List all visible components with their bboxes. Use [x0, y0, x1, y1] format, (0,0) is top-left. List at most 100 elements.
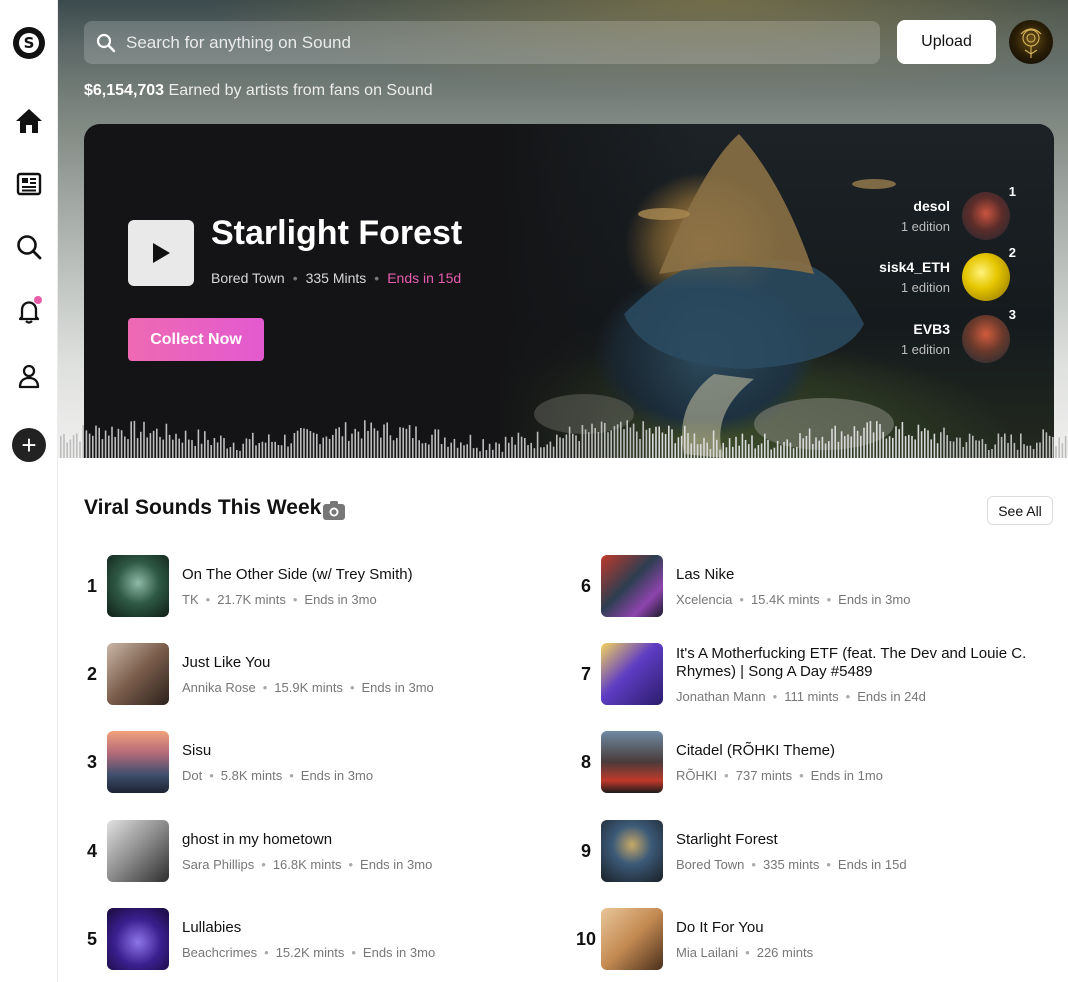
waveform-bar — [754, 448, 756, 458]
search-bar-icon — [96, 33, 116, 52]
waveform-bar — [191, 440, 193, 458]
track-artist[interactable]: Dot — [182, 768, 202, 783]
waveform-bar — [232, 442, 235, 458]
track-rank: 2 — [86, 663, 97, 684]
track-title[interactable]: Lullabies — [182, 919, 542, 937]
waveform-bar — [1016, 449, 1019, 458]
waveform-bar — [453, 438, 456, 458]
waveform-bar — [703, 437, 705, 458]
waveform-bar — [1048, 435, 1051, 458]
sound-logo-icon[interactable]: S — [11, 25, 47, 61]
home-icon[interactable] — [11, 103, 47, 139]
top-collector-1[interactable]: desol 1 edition 1 — [901, 184, 1016, 240]
track-artwork[interactable] — [107, 820, 169, 882]
featured-artist[interactable]: Bored Town — [211, 270, 285, 286]
track-artwork[interactable] — [107, 643, 169, 705]
track-artist[interactable]: Xcelencia — [676, 592, 732, 607]
track-title[interactable]: Sisu — [182, 742, 542, 760]
waveform-bar — [959, 437, 961, 458]
track-artist[interactable]: Mia Lailani — [676, 945, 738, 960]
profile-icon[interactable] — [11, 358, 47, 394]
waveform-bar — [165, 423, 168, 458]
track-title[interactable]: Las Nike — [676, 566, 1036, 584]
top-collector-3[interactable]: EVB3 1 edition 3 — [901, 307, 1016, 363]
viral-track-row[interactable]: 10 Do It For You Mia Lailani • 226 mints — [571, 908, 1036, 970]
camera-icon[interactable] — [322, 499, 346, 521]
waveform-bar — [805, 435, 808, 458]
top-collector-2[interactable]: sisk4_ETH 1 edition 2 — [879, 245, 1016, 301]
track-title[interactable]: Citadel (RÕHKI Theme) — [676, 742, 1036, 760]
waveform-bar — [188, 439, 190, 458]
track-title[interactable]: Just Like You — [182, 654, 542, 672]
track-artist[interactable]: RÕHKI — [676, 768, 717, 783]
notifications-icon[interactable] — [11, 293, 47, 329]
viral-track-row[interactable]: 2 Just Like You Annika Rose • 15.9K mints • En… — [77, 643, 542, 705]
viral-track-row[interactable]: 8 Citadel (RÕHKI Theme) RÕHKI • 737 mints • En… — [571, 731, 1036, 793]
viral-track-row[interactable]: 4 ghost in my hometown Sara Phillips • 16.8K… — [77, 820, 542, 882]
track-title[interactable]: Starlight Forest — [676, 831, 1036, 849]
waveform-bar — [917, 424, 920, 458]
see-all-button[interactable]: See All — [987, 496, 1053, 525]
waveform-bar — [770, 449, 772, 458]
featured-title[interactable]: Starlight Forest — [211, 214, 462, 253]
waveform-bar — [469, 434, 472, 458]
create-icon[interactable]: + — [11, 427, 47, 463]
waveform-bar — [693, 433, 696, 458]
viral-track-row[interactable]: 1 On The Other Side (w/ Trey Smith) TK • 21.… — [77, 555, 542, 617]
track-artist[interactable]: Annika Rose — [182, 680, 256, 695]
waveform-bar — [533, 448, 536, 458]
track-mints: 16.8K mints — [272, 856, 342, 872]
waveform-bar — [991, 449, 993, 458]
waveform-bar — [930, 439, 932, 458]
viral-track-row[interactable]: 3 Sisu Dot • 5.8K mints • Ends in 3mo — [77, 731, 542, 793]
waveform-bar — [616, 424, 619, 458]
track-artwork[interactable] — [107, 908, 169, 970]
waveform-bar — [642, 421, 644, 458]
track-artist[interactable]: Sara Phillips — [182, 857, 254, 872]
waveform-bar — [949, 441, 952, 458]
waveform-bar — [613, 426, 616, 458]
track-title[interactable]: On The Other Side (w/ Trey Smith) — [182, 566, 542, 584]
viral-track-row[interactable]: 9 Starlight Forest Bored Town • 335 mints • En… — [571, 820, 1036, 882]
track-title[interactable]: ghost in my hometown — [182, 831, 542, 849]
track-title[interactable]: It's A Motherfucking ETF (feat. The Dev … — [676, 645, 1036, 681]
audio-waveform[interactable] — [58, 410, 1068, 458]
waveform-bar — [216, 442, 219, 458]
track-artist[interactable]: Jonathan Mann — [676, 689, 766, 704]
track-title[interactable]: Do It For You — [676, 919, 1036, 937]
viral-track-row[interactable]: 6 Las Nike Xcelencia • 15.4K mints • Ends in 3… — [571, 555, 1036, 617]
upload-button[interactable]: Upload — [897, 20, 996, 64]
waveform-bar — [178, 438, 180, 458]
waveform-bar — [300, 428, 302, 458]
waveform-bar — [584, 429, 587, 458]
track-artwork[interactable] — [601, 820, 663, 882]
search-input[interactable] — [126, 32, 826, 53]
waveform-bar — [344, 422, 347, 458]
track-artwork[interactable] — [107, 731, 169, 793]
search-bar[interactable] — [84, 21, 880, 64]
user-avatar[interactable] — [1009, 20, 1053, 64]
track-ends: Ends in 3mo — [362, 944, 436, 960]
waveform-bar — [988, 450, 990, 458]
waveform-bar — [549, 441, 552, 458]
search-icon[interactable] — [11, 229, 47, 265]
track-artist[interactable]: TK — [182, 592, 199, 607]
waveform-bar — [508, 442, 510, 458]
waveform-bar — [604, 423, 606, 458]
feed-icon[interactable] — [11, 166, 47, 202]
waveform-bar — [322, 437, 324, 458]
waveform-bar — [837, 441, 840, 458]
track-ends: Ends in 15d — [837, 856, 907, 872]
viral-track-row[interactable]: 5 Lullabies Beachcrimes • 15.2K mints • Ends i… — [77, 908, 542, 970]
track-artwork[interactable] — [107, 555, 169, 617]
track-artist[interactable]: Beachcrimes — [182, 945, 257, 960]
play-button[interactable] — [128, 220, 194, 286]
track-artwork[interactable] — [601, 908, 663, 970]
waveform-bar — [239, 450, 241, 458]
track-artwork[interactable] — [601, 643, 663, 705]
track-artwork[interactable] — [601, 731, 663, 793]
viral-track-row[interactable]: 7 It's A Motherfucking ETF (feat. The Dev… — [571, 643, 1036, 705]
track-artist[interactable]: Bored Town — [676, 857, 744, 872]
collect-now-button[interactable]: Collect Now — [128, 318, 264, 361]
track-artwork[interactable] — [601, 555, 663, 617]
